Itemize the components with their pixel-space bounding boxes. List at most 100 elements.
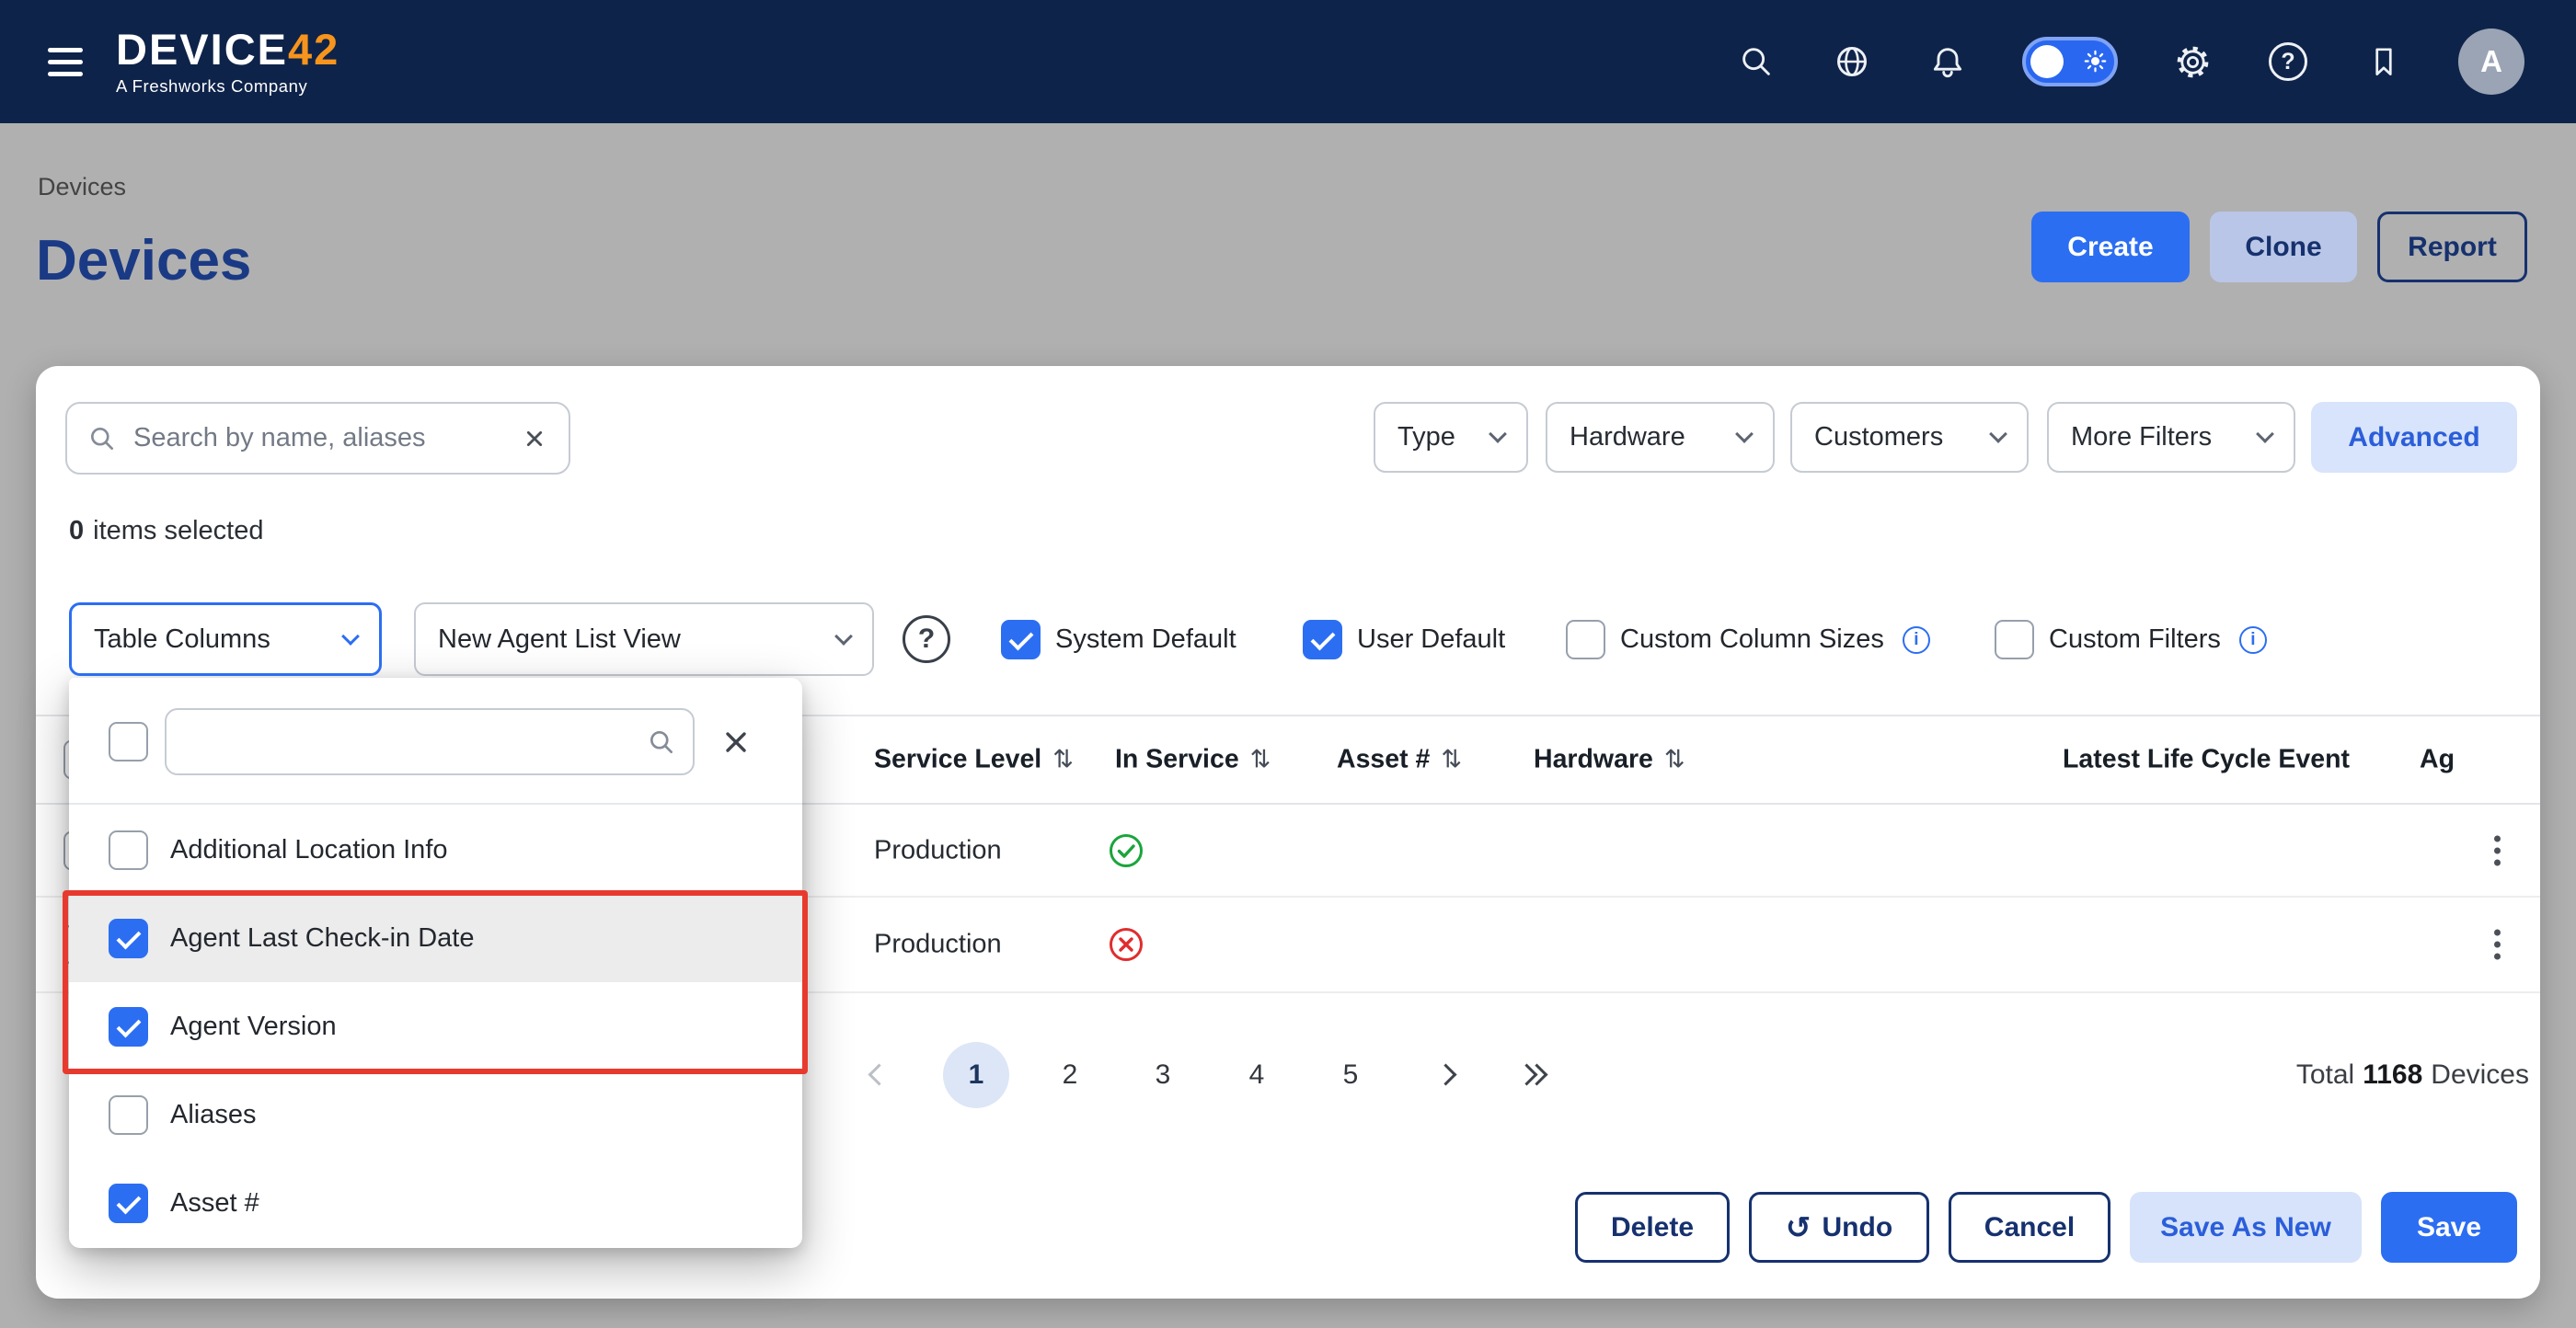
sort-icon[interactable] bbox=[1441, 746, 1462, 774]
sort-icon[interactable] bbox=[1664, 746, 1685, 774]
breadcrumb[interactable]: Devices bbox=[38, 173, 126, 201]
list-view-dropdown[interactable]: New Agent List View bbox=[414, 602, 874, 676]
advanced-button[interactable]: Advanced bbox=[2311, 402, 2517, 473]
search-input[interactable] bbox=[133, 423, 504, 453]
create-button[interactable]: Create bbox=[2031, 212, 2190, 282]
columns-search-input[interactable] bbox=[189, 727, 636, 757]
custom-filters-label: Custom Filters bbox=[2049, 624, 2221, 655]
column-option-checkbox[interactable] bbox=[109, 1095, 148, 1135]
column-option-checkbox[interactable] bbox=[109, 1184, 148, 1223]
column-option[interactable]: Aliases bbox=[69, 1070, 802, 1159]
column-header-in-service[interactable]: In Service bbox=[1115, 745, 1271, 775]
column-header-hardware[interactable]: Hardware bbox=[1534, 745, 1685, 775]
theme-toggle[interactable] bbox=[2022, 37, 2118, 86]
info-icon[interactable] bbox=[1903, 626, 1930, 654]
info-icon[interactable] bbox=[2239, 626, 2267, 654]
page-button[interactable]: 2 bbox=[1048, 1041, 1092, 1109]
next-page-icon[interactable] bbox=[1434, 1063, 1456, 1085]
row-actions-menu-icon[interactable] bbox=[2487, 828, 2508, 873]
report-button[interactable]: Report bbox=[2377, 212, 2527, 282]
close-icon-svg bbox=[719, 726, 753, 759]
page-button[interactable]: 5 bbox=[1328, 1041, 1373, 1109]
gear-icon-svg bbox=[2172, 41, 2214, 83]
column-option-checkbox[interactable] bbox=[109, 919, 148, 958]
customers-filter-dropdown[interactable]: Customers bbox=[1790, 402, 2029, 473]
save-as-new-button[interactable]: Save As New bbox=[2130, 1192, 2362, 1263]
column-option[interactable]: Agent Last Check-in Date bbox=[69, 894, 802, 982]
toggle-knob bbox=[2030, 45, 2064, 78]
view-help-icon[interactable] bbox=[903, 615, 950, 663]
page-button[interactable]: 3 bbox=[1141, 1041, 1185, 1109]
sort-icon[interactable] bbox=[1052, 746, 1074, 774]
navbar-icons: A bbox=[1735, 29, 2524, 95]
column-option[interactable]: Asset # bbox=[69, 1159, 802, 1247]
bookmark-icon[interactable] bbox=[2363, 40, 2405, 83]
footer-actions: Delete Undo Cancel Save As New Save bbox=[1575, 1192, 2517, 1263]
customers-filter-label: Customers bbox=[1814, 422, 1943, 452]
type-filter-dropdown[interactable]: Type bbox=[1374, 402, 1528, 473]
gear-icon[interactable] bbox=[2171, 40, 2214, 83]
column-option-checkbox[interactable] bbox=[109, 1007, 148, 1047]
delete-button[interactable]: Delete bbox=[1575, 1192, 1730, 1263]
device42-app: DEVICE42 A Freshworks Company bbox=[0, 0, 2576, 1328]
column-option-label: Additional Location Info bbox=[170, 835, 448, 865]
clear-search-icon[interactable] bbox=[521, 425, 548, 452]
sun-icon bbox=[2083, 49, 2108, 78]
top-navbar: DEVICE42 A Freshworks Company bbox=[0, 0, 2576, 123]
user-default-checkbox[interactable] bbox=[1303, 620, 1342, 659]
device42-logo[interactable]: DEVICE42 A Freshworks Company bbox=[116, 28, 339, 97]
search-icon[interactable] bbox=[1735, 40, 1777, 83]
more-filters-dropdown[interactable]: More Filters bbox=[2047, 402, 2295, 473]
column-option[interactable]: Additional Location Info bbox=[69, 806, 802, 894]
custom-column-sizes-option[interactable]: Custom Column Sizes bbox=[1566, 620, 1930, 659]
table-columns-panel: Additional Location Info Agent Last Chec… bbox=[69, 678, 802, 1248]
column-header-asset[interactable]: Asset # bbox=[1337, 745, 1462, 775]
avatar[interactable]: A bbox=[2458, 29, 2524, 95]
chevron-down-icon bbox=[1489, 425, 1507, 443]
column-label: Latest Life Cycle Event bbox=[2063, 745, 2350, 775]
x-circle-svg bbox=[1106, 924, 1146, 965]
table-columns-dropdown[interactable]: Table Columns bbox=[69, 602, 382, 676]
selected-label: items selected bbox=[93, 516, 263, 546]
system-default-checkbox[interactable] bbox=[1001, 620, 1041, 659]
save-button[interactable]: Save bbox=[2381, 1192, 2517, 1263]
select-all-columns-checkbox[interactable] bbox=[109, 722, 148, 761]
last-page-icon[interactable] bbox=[1519, 1067, 1545, 1082]
chevron-down-icon bbox=[2256, 425, 2274, 443]
cancel-button[interactable]: Cancel bbox=[1949, 1192, 2110, 1263]
chevron-down-icon bbox=[1989, 425, 2007, 443]
columns-panel-header bbox=[69, 678, 802, 805]
custom-filters-option[interactable]: Custom Filters bbox=[1995, 620, 2267, 659]
column-label: Hardware bbox=[1534, 745, 1653, 775]
bell-icon[interactable] bbox=[1926, 40, 1969, 83]
hardware-filter-dropdown[interactable]: Hardware bbox=[1546, 402, 1775, 473]
bookmark-icon-svg bbox=[2365, 43, 2402, 80]
page-button-active[interactable]: 1 bbox=[943, 1042, 1009, 1108]
sort-icon[interactable] bbox=[1250, 746, 1271, 774]
selected-count: 0 bbox=[69, 516, 84, 546]
check-circle-icon bbox=[1106, 830, 1146, 871]
previous-page-icon[interactable] bbox=[868, 1063, 890, 1085]
column-header-agent-clipped[interactable]: Ag bbox=[2420, 745, 2455, 775]
globe-icon[interactable] bbox=[1831, 40, 1873, 83]
system-default-option[interactable]: System Default bbox=[1001, 620, 1236, 659]
help-icon[interactable] bbox=[2267, 40, 2309, 83]
user-default-option[interactable]: User Default bbox=[1303, 620, 1505, 659]
undo-icon bbox=[1786, 1212, 1811, 1242]
clone-button[interactable]: Clone bbox=[2210, 212, 2357, 282]
column-header-service-level[interactable]: Service Level bbox=[874, 745, 1074, 775]
column-option[interactable]: Agent Version bbox=[69, 982, 802, 1070]
custom-column-sizes-checkbox[interactable] bbox=[1566, 620, 1605, 659]
undo-button[interactable]: Undo bbox=[1749, 1192, 1929, 1263]
row-actions-menu-icon[interactable] bbox=[2487, 922, 2508, 967]
close-icon[interactable] bbox=[719, 726, 753, 759]
hamburger-menu-icon[interactable] bbox=[48, 48, 83, 76]
chevron-down-icon bbox=[341, 627, 360, 646]
column-label: In Service bbox=[1115, 745, 1239, 775]
column-option-checkbox[interactable] bbox=[109, 830, 148, 870]
column-option-label: Aliases bbox=[170, 1100, 257, 1130]
column-header-latest-life-cycle-event[interactable]: Latest Life Cycle Event bbox=[2063, 745, 2350, 775]
page-button[interactable]: 4 bbox=[1235, 1041, 1279, 1109]
custom-filters-checkbox[interactable] bbox=[1995, 620, 2034, 659]
list-view-label: New Agent List View bbox=[438, 624, 681, 655]
